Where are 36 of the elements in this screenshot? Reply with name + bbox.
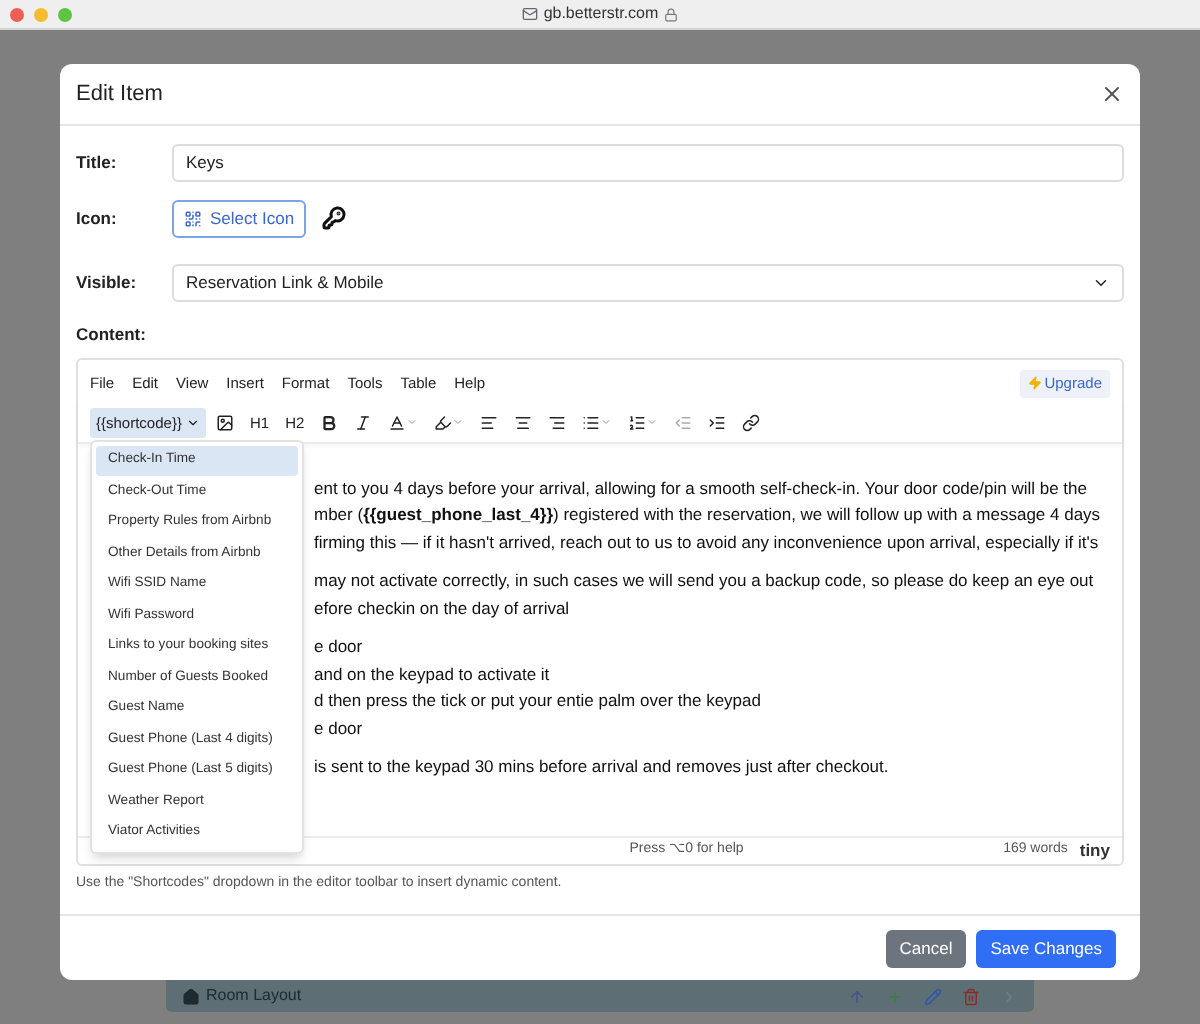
house-icon: [182, 987, 200, 1005]
field-label: Title:: [76, 149, 119, 175]
up-arrow-icon: [848, 987, 866, 1005]
row-title: Room Layout: [206, 984, 302, 1008]
brand-logo: tiny: [1079, 837, 1110, 864]
editor-text-line: may not activate correctly, in such cases we will send you a backup code, so please do keep an eye out: [314, 568, 1096, 595]
editor-text-line: mber ({{guest_phone_last_4}}) registered with the reservation, we will follow up with a message 4 days: [314, 502, 1103, 529]
editor-text-line: firming this — if it hasn't arrived, reach out to us to avoid any inconvenience upon arrival, especially if it's: [314, 529, 1101, 556]
close-icon[interactable]: [1100, 82, 1124, 106]
editor-text-line: and on the keypad to activate it: [314, 661, 552, 688]
select-icon-button[interactable]: Select Icon: [172, 199, 307, 237]
close-window-icon[interactable]: [10, 7, 24, 21]
field-label: Visible:: [76, 269, 139, 295]
editor-text-line: ent to you 4 days before your arrival, allowing for a smooth self-check-in. Your door code/pin will be the: [314, 475, 1089, 502]
key-icon: [322, 206, 347, 230]
url-text: gb.betterstr.com: [543, 2, 659, 26]
cancel-button[interactable]: Cancel: [885, 929, 967, 967]
trash-icon: [962, 987, 980, 1005]
site-icon: [521, 6, 538, 22]
pencil-icon: [924, 987, 942, 1005]
plus-icon: [886, 987, 904, 1005]
field-label: Content:: [76, 322, 148, 348]
grid-icon: [184, 209, 202, 227]
field-label: Icon:: [76, 205, 119, 231]
lightning-icon: [1028, 376, 1043, 391]
visibility-select[interactable]: Reservation Link & Mobile: [172, 263, 1124, 301]
save-button[interactable]: Save Changes: [976, 929, 1116, 967]
caret-icon: [185, 415, 200, 430]
editor-text-line: e door: [314, 634, 365, 661]
editor-text-line: efore checkin on the day of arrival: [314, 595, 572, 622]
editor-text-line: e door: [314, 715, 365, 742]
dialog-title: Edit Item: [76, 79, 163, 110]
editor-text-line: is sent to the keypad 30 mins before arrival and removes just after checkout.: [314, 754, 891, 781]
editor-text-line: d then press the tick or put your entie palm over the keypad: [314, 688, 763, 715]
lock-icon: [664, 7, 679, 21]
title-input[interactable]: Keys: [172, 143, 1124, 181]
